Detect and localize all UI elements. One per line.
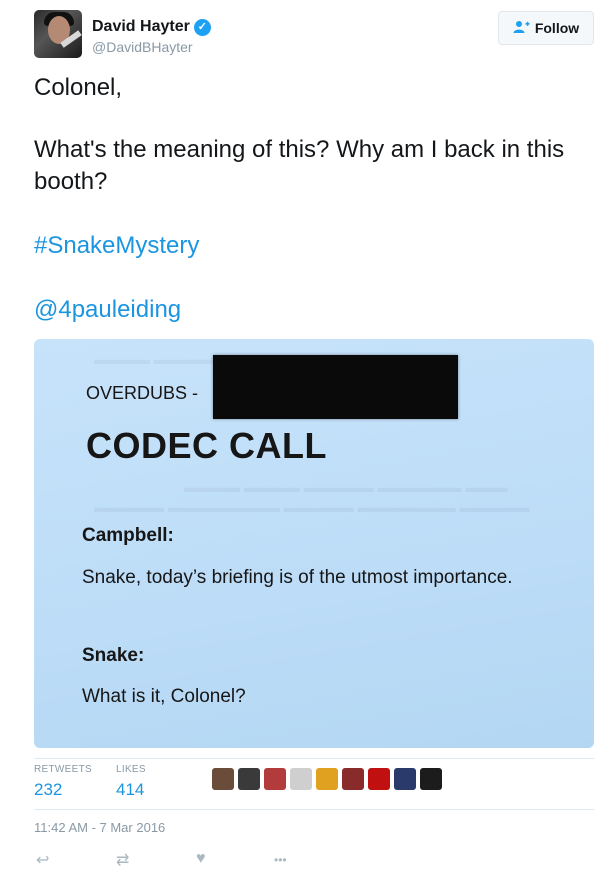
more-icon[interactable]: ••• [274, 853, 287, 867]
liker-avatar[interactable] [290, 768, 312, 790]
codec-call-title: CODEC CALL [86, 425, 327, 466]
likes-label: LIKES [116, 764, 146, 775]
snake-line: What is it, Colonel? [82, 686, 246, 707]
likes-count: 414 [116, 780, 145, 799]
campbell-line: Snake, today’s briefing is of the utmost… [82, 567, 513, 588]
divider [34, 758, 594, 759]
verified-badge-icon: ✓ [193, 18, 211, 36]
redaction-bar [213, 355, 458, 419]
follow-label: Follow [534, 20, 580, 36]
name-line[interactable]: David Hayter ✓ [92, 16, 211, 38]
reply-icon[interactable]: ↩ [36, 850, 49, 870]
retweet-icon[interactable]: ⇄ [116, 850, 129, 870]
tweet-timestamp[interactable]: 11:42 AM - 7 Mar 2016 [34, 820, 165, 835]
tweet-media-image[interactable]: ▬▬▬▬ ▬▬▬▬▬ ▬▬▬▬ ▬▬▬▬ ▬▬▬▬▬ ▬▬▬▬▬▬ ▬▬▬ ▬▬… [34, 339, 594, 748]
tweet-actions: ↩ ⇄ ♥ ••• [34, 850, 334, 874]
follow-person-icon [513, 20, 530, 37]
liker-avatar[interactable] [420, 768, 442, 790]
show-through-text: ▬▬▬▬ ▬▬▬▬▬ [94, 351, 224, 367]
retweets-stat[interactable]: RETWEETS 232 [34, 764, 92, 800]
speaker-campbell: Campbell: [82, 525, 174, 546]
mention-link[interactable]: @4pauleiding [34, 294, 181, 326]
retweets-count: 232 [34, 780, 63, 799]
speaker-snake: Snake: [82, 645, 145, 666]
divider [34, 809, 594, 810]
user-handle[interactable]: @DavidBHayter [92, 39, 193, 55]
liker-avatar[interactable] [316, 768, 338, 790]
tweet-line-2: What's the meaning of this? Why am I bac… [34, 136, 565, 195]
hashtag-link[interactable]: #SnakeMystery [34, 230, 199, 262]
avatar[interactable] [34, 10, 82, 58]
liker-avatar[interactable] [212, 768, 234, 790]
liker-avatar[interactable] [238, 768, 260, 790]
retweets-label: RETWEETS [34, 764, 92, 775]
liker-avatar[interactable] [394, 768, 416, 790]
tweet-header: David Hayter ✓ @DavidBHayter Follow [34, 10, 594, 66]
overdubs-label: OVERDUBS - [86, 383, 199, 403]
follow-button[interactable]: Follow [498, 11, 594, 45]
liker-avatar[interactable] [264, 768, 286, 790]
tweet-line-1: Colonel, [34, 74, 123, 101]
show-through-text: ▬▬▬▬ ▬▬▬▬ ▬▬▬▬▬ ▬▬▬▬▬▬ ▬▬▬ [184, 479, 508, 495]
liker-avatars [212, 768, 442, 790]
liker-avatar[interactable] [342, 768, 364, 790]
show-through-text: ▬▬▬▬▬ ▬▬▬▬▬▬▬▬ ▬▬▬▬▬ ▬▬▬▬▬▬▬ ▬▬▬▬▬ [94, 499, 530, 515]
likes-stat[interactable]: LIKES 414 [116, 764, 146, 800]
user-name[interactable]: David Hayter [92, 18, 190, 36]
liker-avatar[interactable] [368, 768, 390, 790]
like-icon[interactable]: ♥ [196, 850, 206, 868]
